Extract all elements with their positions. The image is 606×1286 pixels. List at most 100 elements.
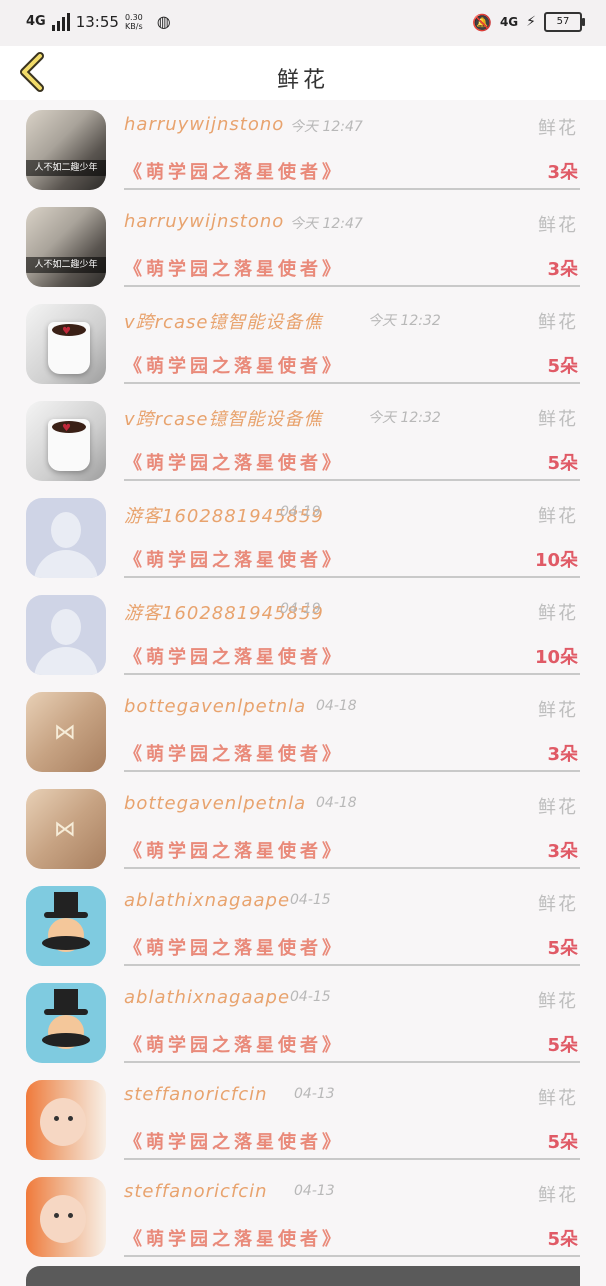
username: bottegavenlpetnla <box>124 793 307 814</box>
username: ablathixnagaape <box>124 890 291 911</box>
avatar[interactable] <box>26 1177 106 1257</box>
gift-type: 鲜花 <box>538 506 578 527</box>
divider <box>124 576 580 578</box>
flower-count: 5朵 <box>547 1132 578 1153</box>
avatar[interactable] <box>26 1080 106 1160</box>
gift-type: 鲜花 <box>538 409 578 430</box>
avatar[interactable] <box>26 983 106 1063</box>
username: ablathixnagaape <box>124 987 291 1008</box>
timestamp: 04-19 <box>280 504 321 520</box>
status-bar: 4G 13:55 0.30 KB/s ◍ 🔕 4G ⚡ 57 <box>0 0 606 46</box>
list-item[interactable]: ⋈ bottegavenlpetnla 04-18 鲜花 《萌学园之落星使者》 3朵 <box>0 682 606 779</box>
flower-count: 5朵 <box>547 938 578 959</box>
header-bar: 鲜花 <box>0 46 606 100</box>
gift-type: 鲜花 <box>538 312 578 333</box>
charging-icon: ⚡ <box>526 14 536 30</box>
list-item[interactable]: 游客1602881945859 04-19 鲜花 《萌学园之落星使者》 10朵 <box>0 488 606 585</box>
gift-type: 鲜花 <box>538 603 578 624</box>
list-item[interactable]: ablathixnagaape 04-15 鲜花《萌学园之落星使者》 5朵 <box>0 973 606 1070</box>
gift-type: 鲜花 <box>538 1088 578 1109</box>
list-item[interactable]: ablathixnagaape 04-15 鲜花《萌学园之落星使者》 5朵 <box>0 876 606 973</box>
divider <box>124 285 580 287</box>
username: steffanoricfcin <box>124 1084 268 1105</box>
net-speed-value: 0.30 <box>124 12 143 22</box>
avatar[interactable]: ♥ <box>26 401 106 481</box>
timestamp: 04-15 <box>290 989 331 1005</box>
list-item[interactable]: ♥ v跨rcase镱智能设备僬 今天 12:32 鲜花《萌学园之落星使者》 5朵 <box>0 294 606 391</box>
avatar[interactable] <box>26 498 106 578</box>
flower-count: 3朵 <box>547 259 578 280</box>
timestamp: 04-18 <box>316 698 357 714</box>
list-item[interactable]: 游客1602881945859 04-19 鲜花 《萌学园之落星使者》 10朵 <box>0 585 606 682</box>
timestamp: 今天 12:47 <box>290 216 363 232</box>
avatar[interactable]: 人不如二趣少年 <box>26 207 106 287</box>
divider <box>124 867 580 869</box>
gift-type: 鲜花 <box>538 991 578 1012</box>
username: v跨rcase镱智能设备僬 <box>124 312 323 333</box>
flower-count: 5朵 <box>547 356 578 377</box>
username: bottegavenlpetnla <box>124 696 307 717</box>
clock: 13:55 <box>75 12 119 31</box>
divider <box>124 1061 580 1063</box>
flower-count: 10朵 <box>534 647 578 668</box>
list-item[interactable]: 人不如二趣少年 harruywijnstono 今天 12:47 鲜花《萌学园之落星使… <box>0 197 606 294</box>
gift-type: 鲜花 <box>538 118 578 139</box>
divider <box>124 964 580 966</box>
gift-title: 《萌学园之落星使者》 <box>124 1229 344 1250</box>
username: harruywijnstono <box>124 211 285 232</box>
timestamp: 04-13 <box>294 1086 335 1102</box>
divider <box>124 673 580 675</box>
timestamp: 04-18 <box>316 795 357 811</box>
net-speed: 0.30 KB/s <box>125 13 143 31</box>
flower-record-list: 人不如二趣少年 harruywijnstono 今天 12:47 鲜花 《萌学园之落星使… <box>0 100 606 1264</box>
flower-count: 5朵 <box>547 1035 578 1056</box>
gift-title: 《萌学园之落星使者》 <box>124 938 344 959</box>
gift-type: 鲜花 <box>538 1185 578 1206</box>
avatar[interactable] <box>26 886 106 966</box>
list-item[interactable]: steffanoricfcin 04-13 鲜花 《萌学园之落星使者》 5朵 <box>0 1070 606 1167</box>
flower-count: 5朵 <box>547 453 578 474</box>
avatar[interactable] <box>26 595 106 675</box>
avatar[interactable]: ⋈ <box>26 692 106 772</box>
net-speed-unit: KB/s <box>125 21 143 31</box>
gift-title: 《萌学园之落星使者》 <box>124 550 344 571</box>
gift-title: 《萌学园之落星使者》 <box>124 744 344 765</box>
signal-icon <box>51 12 70 31</box>
divider <box>124 479 580 481</box>
list-item[interactable]: ⋈ bottegavenlpetnla 04-18 鲜花 《萌学园之落星使者》 3朵 <box>0 779 606 876</box>
avatar-caption: 人不如二趣少年 <box>26 160 106 176</box>
divider <box>124 1255 580 1257</box>
page-title: 鲜花 <box>276 68 329 93</box>
username: v跨rcase镱智能设备僬 <box>124 409 323 430</box>
gift-title: 《萌学园之落星使者》 <box>124 453 344 474</box>
avatar[interactable]: ⋈ <box>26 789 106 869</box>
gift-title: 《萌学园之落星使者》 <box>124 647 344 668</box>
gift-type: 鲜花 <box>538 797 578 818</box>
avatar[interactable]: 人不如二趣少年 <box>26 110 106 190</box>
right-network-label: 4G <box>499 15 519 29</box>
gift-type: 鲜花 <box>538 894 578 915</box>
globe-icon: ◍ <box>156 12 171 31</box>
gift-type: 鲜花 <box>538 700 578 721</box>
list-item[interactable]: 人不如二趣少年 harruywijnstono 今天 12:47 鲜花 《萌学园之落星使… <box>0 100 606 197</box>
divider <box>124 1158 580 1160</box>
flower-count: 5朵 <box>547 1229 578 1250</box>
avatar[interactable]: ♥ <box>26 304 106 384</box>
list-item[interactable]: steffanoricfcin 04-13 鲜花 《萌学园之落星使者》 5朵 <box>0 1167 606 1264</box>
gift-title: 《萌学园之落星使者》 <box>124 1035 344 1056</box>
timestamp: 今天 12:32 <box>368 410 441 426</box>
gift-title: 《萌学园之落星使者》 <box>124 356 344 377</box>
timestamp: 今天 12:32 <box>368 313 441 329</box>
list-item[interactable]: ♥ v跨rcase镱智能设备僬 今天 12:32 鲜花《萌学园之落星使者》 5朵 <box>0 391 606 488</box>
divider <box>124 188 580 190</box>
gift-title: 《萌学园之落星使者》 <box>124 162 344 183</box>
divider <box>124 770 580 772</box>
timestamp: 04-15 <box>290 892 331 908</box>
flower-count: 3朵 <box>547 841 578 862</box>
timestamp: 04-13 <box>294 1183 335 1199</box>
gift-title: 《萌学园之落星使者》 <box>124 259 344 280</box>
gift-type: 鲜花 <box>538 215 578 236</box>
flower-count: 3朵 <box>547 162 578 183</box>
avatar-caption: 人不如二趣少年 <box>26 257 106 273</box>
divider <box>124 382 580 384</box>
